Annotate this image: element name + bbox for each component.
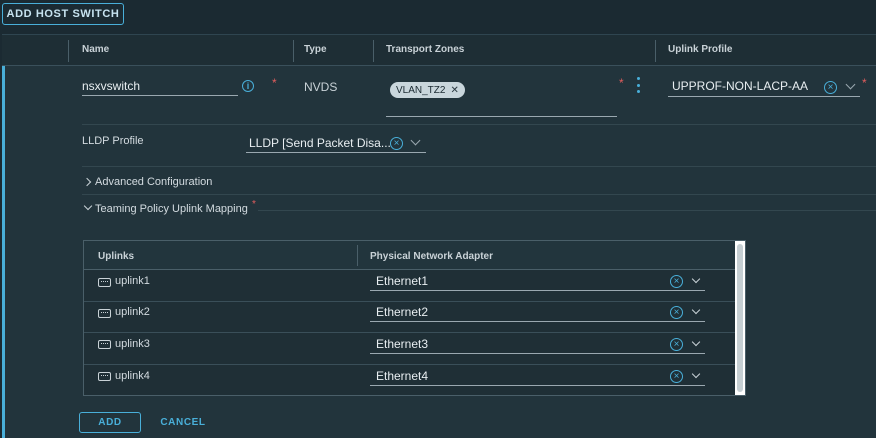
info-icon[interactable]: i (242, 80, 254, 92)
uplink-name: uplink4 (115, 370, 150, 382)
column-separator (293, 40, 294, 62)
advanced-configuration-toggle[interactable]: Advanced Configuration (95, 176, 212, 188)
uplink-name: uplink1 (115, 275, 150, 287)
row-divider (82, 194, 876, 195)
switch-type-value: NVDS (304, 80, 338, 94)
column-header-name[interactable]: Name (82, 44, 109, 55)
uplink-profile-value: UPPROF-NON-LACP-AA (672, 79, 809, 93)
column-header-uplinks: Uplinks (98, 251, 135, 262)
clear-icon[interactable]: × (390, 137, 403, 150)
lldp-profile-value: LLDP [Send Packet Disa... (249, 136, 391, 150)
row-divider (82, 166, 876, 167)
uplink-port-icon (98, 340, 111, 349)
table-row-divider (84, 364, 735, 365)
row-divider (258, 210, 876, 211)
more-vertical-icon[interactable] (636, 77, 640, 93)
clear-icon[interactable]: × (670, 370, 683, 383)
expanded-row-accent (2, 66, 5, 438)
row-divider (82, 124, 876, 125)
column-separator (373, 40, 374, 62)
table-scrollbar-thumb[interactable] (737, 244, 743, 392)
adapter-select[interactable]: Ethernet2 (370, 304, 705, 322)
adapter-value: Ethernet3 (376, 337, 429, 351)
table-row-divider (84, 301, 735, 302)
column-separator (357, 245, 358, 266)
adapter-select[interactable]: Ethernet4 (370, 368, 705, 386)
adapter-value: Ethernet4 (376, 369, 429, 383)
adapter-value: Ethernet2 (376, 305, 429, 319)
column-separator (68, 40, 69, 62)
transport-zones-input-underline (386, 116, 617, 117)
transport-zone-tag[interactable]: VLAN_TZ2 ✕ (390, 82, 465, 98)
clear-icon[interactable]: × (670, 275, 683, 288)
required-marker: * (272, 76, 277, 90)
uplink-port-icon (98, 278, 111, 287)
clear-icon[interactable]: × (670, 306, 683, 319)
required-marker: * (619, 76, 624, 90)
lldp-profile-label: LLDP Profile (82, 135, 144, 147)
uplink-name: uplink3 (115, 338, 150, 350)
uplink-name: uplink2 (115, 306, 150, 318)
clear-icon[interactable]: × (824, 81, 837, 94)
column-header-type[interactable]: Type (304, 44, 327, 55)
required-marker: * (862, 76, 867, 90)
cancel-button[interactable]: CANCEL (155, 412, 211, 433)
uplink-port-icon (98, 309, 111, 318)
uplink-port-icon (98, 372, 111, 381)
column-header-physical-network-adapter: Physical Network Adapter (370, 251, 494, 262)
column-header-transport-zones[interactable]: Transport Zones (386, 44, 464, 55)
column-separator (655, 40, 656, 62)
teaming-policy-toggle[interactable]: Teaming Policy Uplink Mapping (95, 203, 248, 215)
adapter-select[interactable]: Ethernet3 (370, 336, 705, 354)
adapter-select[interactable]: Ethernet1 (370, 273, 705, 291)
table-row-divider (84, 332, 735, 333)
clear-icon[interactable]: × (670, 338, 683, 351)
add-button[interactable]: ADD (79, 412, 141, 433)
add-host-switch-button[interactable]: ADD HOST SWITCH (2, 3, 124, 25)
column-header-uplink-profile[interactable]: Uplink Profile (668, 44, 732, 55)
remove-tag-icon[interactable]: ✕ (450, 85, 458, 96)
required-marker: * (252, 199, 256, 210)
switch-name-input[interactable]: nsxvswitch (82, 79, 238, 96)
adapter-value: Ethernet1 (376, 274, 429, 288)
transport-zone-tag-label: VLAN_TZ2 (396, 84, 446, 96)
